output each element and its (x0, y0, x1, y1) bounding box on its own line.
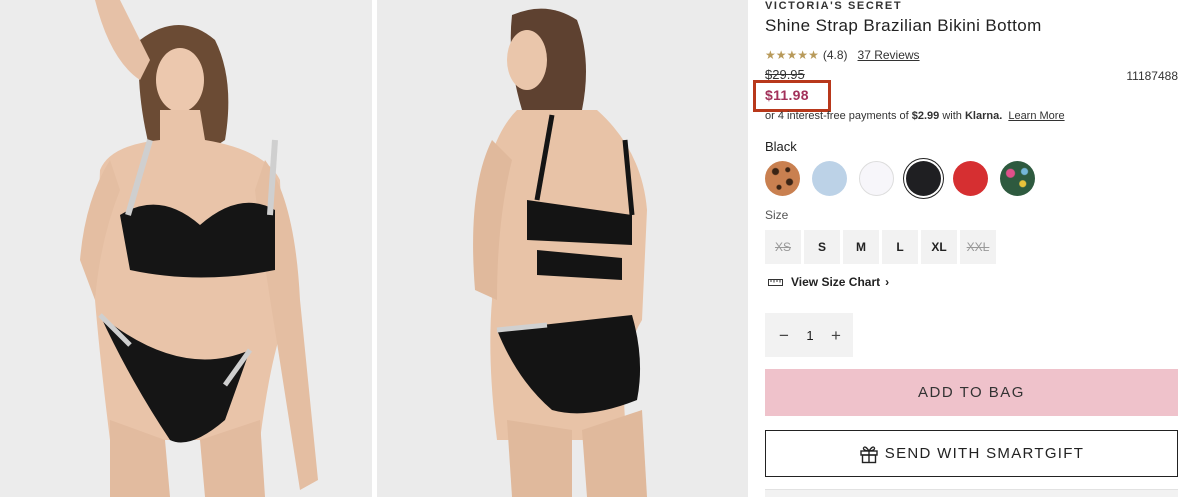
color-swatch-red[interactable] (953, 161, 988, 196)
klarna-installments: or 4 interest-free payments of $2.99 wit… (765, 110, 1065, 122)
star-icon: ★ (808, 48, 819, 62)
quantity-increase-button[interactable]: + (831, 327, 841, 344)
selected-color-label: Black (765, 139, 797, 154)
next-section-edge (765, 489, 1178, 497)
product-image-back[interactable] (377, 0, 748, 497)
klarna-learn-more-link[interactable]: Learn More (1008, 110, 1064, 122)
size-option-m[interactable]: M (843, 230, 879, 264)
klarna-logo: Klarna. (964, 110, 1003, 122)
size-option-xl[interactable]: XL (921, 230, 957, 264)
star-icon: ★ (786, 48, 798, 62)
size-options: XS S M L XL XXL (765, 230, 999, 264)
product-info-panel: VICTORIA'S SECRET Shine Strap Brazilian … (753, 0, 1178, 497)
size-label: Size (765, 208, 789, 222)
size-option-xs[interactable]: XS (765, 230, 801, 264)
color-swatch-black[interactable] (906, 161, 941, 196)
klarna-with: with (942, 110, 962, 122)
color-swatch-light-blue[interactable] (812, 161, 847, 196)
size-option-xxl[interactable]: XXL (960, 230, 996, 264)
star-icon: ★ (797, 48, 809, 62)
size-option-s[interactable]: S (804, 230, 840, 264)
star-icon: ★ (765, 48, 776, 62)
chevron-right-icon: › (885, 275, 890, 289)
send-with-smartgift-button[interactable]: SEND WITH SMARTGIFT (765, 430, 1178, 477)
model-back-illustration (377, 0, 748, 497)
rating-stars: ★ ★ ★ ★ ★ (765, 49, 819, 61)
sale-price: $11.98 (765, 87, 809, 103)
size-chart-label: View Size Chart (791, 275, 881, 289)
quantity-stepper: − 1 + (765, 313, 853, 357)
color-swatch-tropical-print[interactable] (1000, 161, 1035, 196)
model-front-illustration (0, 0, 372, 497)
add-to-bag-button[interactable]: ADD TO BAG (765, 369, 1178, 416)
rating-summary: ★ ★ ★ ★ ★ (4.8) 37 Reviews (765, 48, 920, 62)
product-sku: 11187488 (1126, 69, 1178, 83)
klarna-amount: $2.99 (911, 110, 940, 122)
brand-name: VICTORIA'S SECRET (765, 0, 903, 12)
gift-icon (860, 445, 878, 463)
product-image-front[interactable] (0, 0, 372, 497)
color-swatch-leopard[interactable] (765, 161, 800, 196)
view-size-chart-link[interactable]: View Size Chart › (768, 275, 889, 289)
color-swatches (765, 161, 1047, 196)
smartgift-label: SEND WITH SMARTGIFT (884, 445, 1085, 462)
ruler-icon (768, 279, 783, 286)
quantity-decrease-button[interactable]: − (779, 327, 789, 344)
klarna-prefix: or 4 interest-free payments of (765, 110, 909, 122)
color-swatch-white[interactable] (859, 161, 894, 196)
star-icon: ★ (775, 48, 787, 62)
rating-value: (4.8) (822, 48, 848, 62)
reviews-link[interactable]: 37 Reviews (858, 48, 920, 62)
product-title: Shine Strap Brazilian Bikini Bottom (765, 16, 1042, 35)
size-option-l[interactable]: L (882, 230, 918, 264)
quantity-value[interactable]: 1 (806, 328, 813, 343)
